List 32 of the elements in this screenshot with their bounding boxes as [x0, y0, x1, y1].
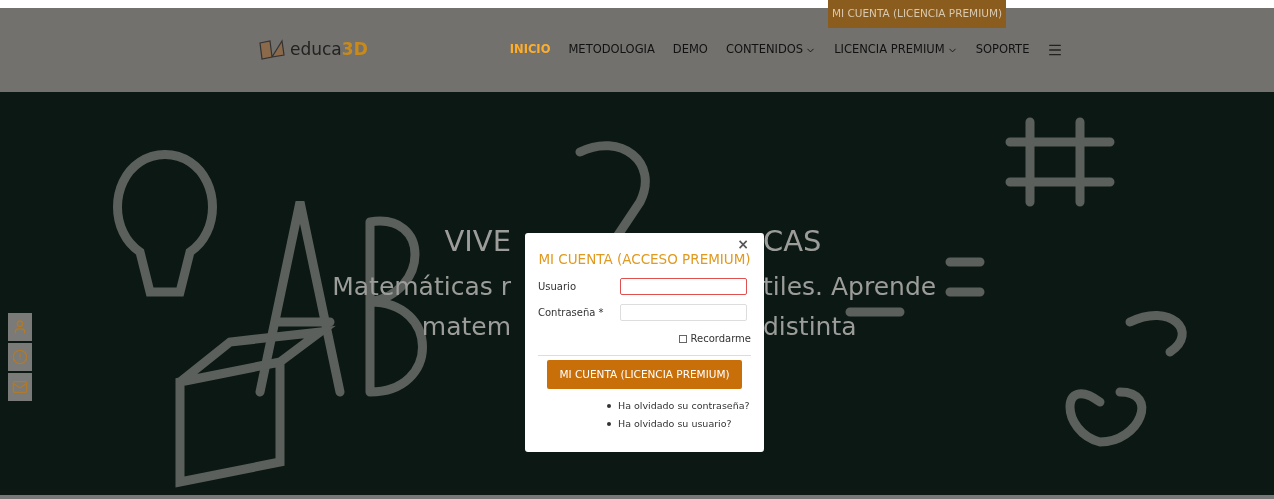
submit-button[interactable]: MI CUENTA (LICENCIA PREMIUM) — [547, 360, 742, 390]
nav-link[interactable]: CONTENIDOS — [725, 41, 817, 59]
field-label: Contraseña * — [538, 306, 605, 321]
nav-link[interactable]: METODOLOGIA — [568, 41, 655, 59]
dialog-title: MI CUENTA (ACCESO PREMIUM) — [538, 250, 751, 269]
close-button[interactable]: × — [737, 237, 749, 251]
forgot-link[interactable]: Ha olvidado su usuario? — [618, 416, 732, 431]
bullet-icon — [607, 421, 611, 426]
premium-account-button[interactable]: MI CUENTA (LICENCIA PREMIUM) — [828, 0, 1006, 28]
hero-text: tiles. Aprende — [762, 271, 937, 303]
mail-icon[interactable] — [8, 373, 32, 401]
nav-link[interactable]: LICENCIA PREMIUM — [834, 41, 958, 59]
hero-text: matem — [421, 311, 512, 343]
input-field[interactable] — [620, 278, 747, 296]
logo[interactable]: educa3D — [258, 37, 368, 63]
nav-link[interactable]: DEMO — [672, 41, 708, 59]
menu-icon[interactable] — [1047, 42, 1064, 58]
user-icon[interactable] — [8, 313, 32, 341]
hero-text: distinta — [762, 311, 857, 343]
hero-text: CAS — [762, 223, 822, 260]
book-icon — [258, 39, 286, 61]
hero-text: VIVE — [444, 223, 512, 260]
remember-label: Recordarme — [690, 332, 751, 347]
logo-text: educa3D — [290, 38, 368, 62]
field-label: Usuario — [538, 280, 577, 295]
forgot-link[interactable]: Ha olvidado su contraseña? — [618, 399, 750, 414]
nav-link[interactable]: INICIO — [509, 41, 551, 59]
nav-link[interactable]: SOPORTE — [975, 41, 1030, 59]
bullet-icon — [607, 404, 611, 409]
alert-icon[interactable] — [8, 343, 32, 371]
checkbox[interactable] — [679, 334, 688, 343]
hero-text: Matemáticas r — [332, 271, 512, 303]
